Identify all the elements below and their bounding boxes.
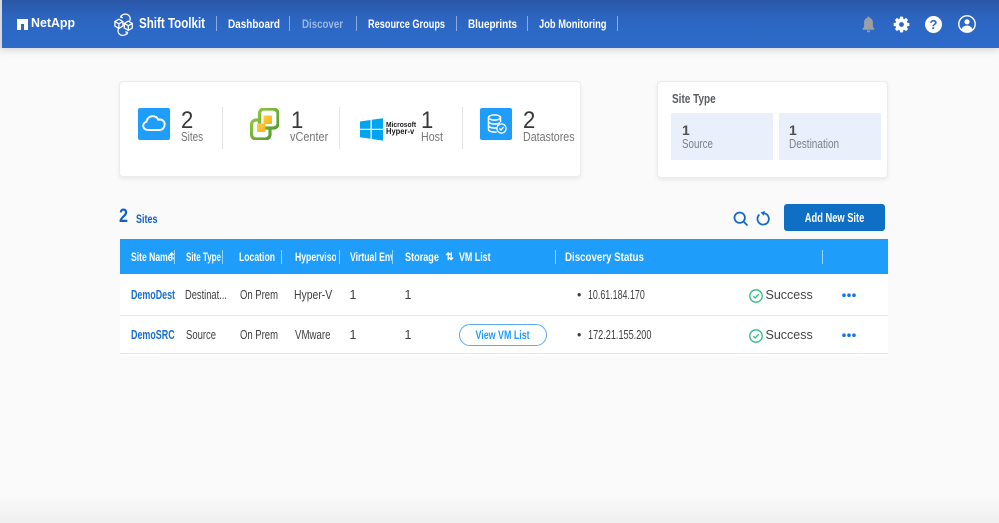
svg-text:?: ? (930, 17, 938, 32)
